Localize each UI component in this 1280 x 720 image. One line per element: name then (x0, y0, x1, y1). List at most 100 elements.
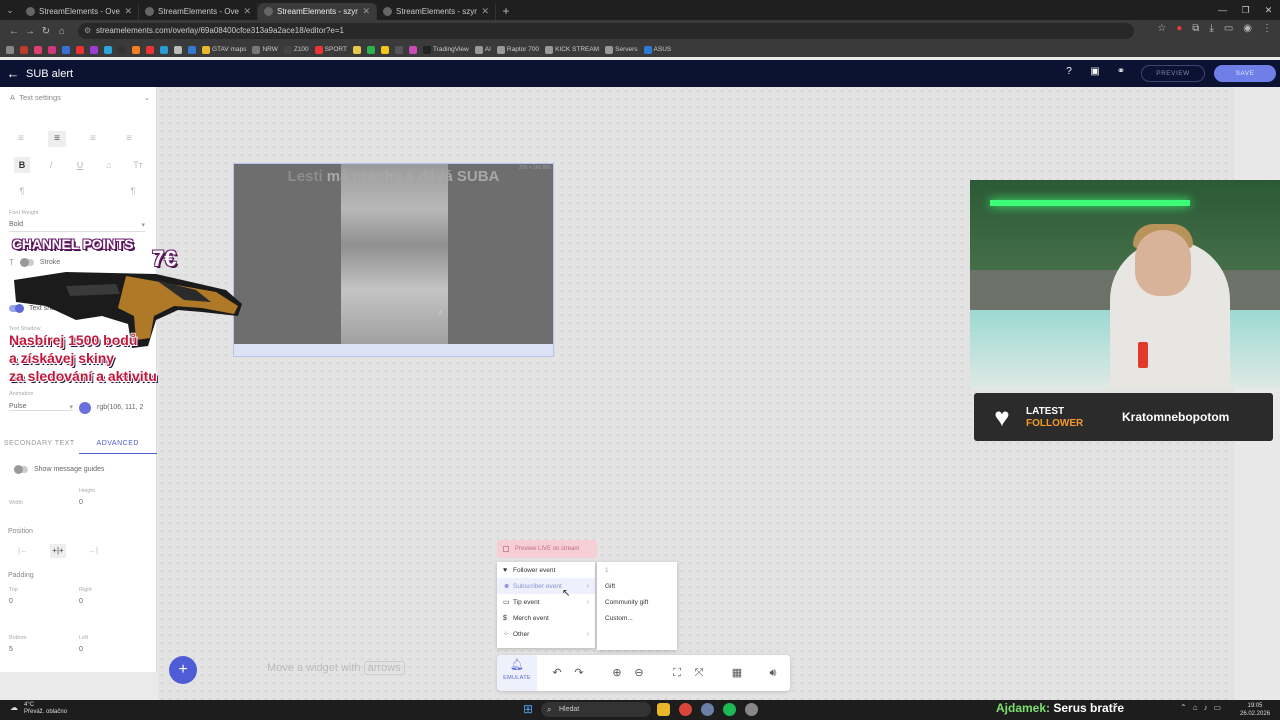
align-center-icon[interactable]: +|+ (50, 544, 66, 558)
spotify-icon[interactable] (723, 703, 736, 716)
padding-right-input[interactable]: 0 (79, 598, 83, 605)
apps-icon[interactable] (6, 45, 14, 54)
bookmark-icon[interactable] (188, 45, 196, 54)
message-guides-toggle[interactable] (14, 465, 28, 474)
paragraph-rtl-icon[interactable]: ¶ (125, 183, 141, 199)
redo-icon[interactable]: ↷ (571, 665, 587, 681)
menu-item-subscriber-event[interactable]: ☻ Subscriber event › (497, 578, 595, 594)
paragraph-icon[interactable]: ¶ (14, 183, 30, 199)
text-settings-header[interactable]: A Text settings ⌄ (10, 93, 150, 102)
close-icon[interactable]: ✕ (124, 6, 132, 17)
bookmark-servers[interactable]: Servers (605, 45, 638, 54)
tab-search-icon[interactable]: ⌄ (0, 0, 20, 20)
close-window-icon[interactable]: ✕ (1257, 0, 1280, 20)
align-end-icon[interactable]: →| (85, 544, 101, 558)
taskbar-search[interactable]: ⌕ Hledat (541, 702, 651, 717)
bookmark-kick-stream[interactable]: KICK STREAM (545, 45, 599, 54)
save-button[interactable]: SAVE (1214, 65, 1276, 82)
bookmark-icon[interactable] (118, 45, 126, 54)
color-value[interactable]: rgb(106, 111, 2 (97, 404, 143, 411)
padding-bottom-input[interactable]: 5 (9, 646, 13, 653)
undo-icon[interactable]: ↶ (549, 665, 565, 681)
align-center-icon[interactable]: ≡ (48, 131, 66, 147)
bookmark-ai-folder[interactable]: AI (474, 45, 491, 54)
menu-item-other[interactable]: ⁘ Other › (497, 626, 595, 642)
menu-item-follower-event[interactable]: ♥ Follower event (497, 562, 595, 578)
height-input[interactable]: 0 (79, 499, 83, 506)
bookmark-nrw[interactable]: NRW (252, 45, 278, 54)
extension-icon[interactable]: ● (1176, 23, 1182, 34)
preview-button[interactable]: PREVIEW (1141, 65, 1205, 82)
padding-left-input[interactable]: 0 (79, 646, 83, 653)
bold-icon[interactable]: B (14, 157, 30, 173)
help-icon[interactable]: ? (1062, 66, 1076, 77)
close-icon[interactable]: ✕ (362, 6, 370, 17)
tab-secondary-text[interactable]: SECONDARY TEXT (0, 434, 79, 454)
zoom-out-icon[interactable]: ⊖ (631, 665, 647, 681)
emulate-button[interactable]: 🔔︎ EMULATE (497, 655, 537, 691)
reload-icon[interactable]: ↻ (38, 26, 54, 37)
close-icon[interactable]: ✕ (481, 6, 489, 17)
bookmark-icon[interactable] (104, 45, 112, 54)
browser-tab-active[interactable]: StreamElements - szymonš ✕ (258, 3, 377, 20)
browser-tab[interactable]: StreamElements - szymoniva ✕ (377, 3, 496, 20)
settings-icon[interactable] (701, 703, 714, 716)
bookmark-icon[interactable] (48, 45, 56, 54)
submenu-item[interactable]: 1 (597, 562, 677, 578)
zoom-in-icon[interactable]: ⊕ (609, 665, 625, 681)
browser-tab[interactable]: StreamElements - Overlays ✕ (20, 3, 139, 20)
bookmark-icon[interactable] (146, 45, 154, 54)
alert-widget[interactable]: ♪ Lesti má prachy a dává SUBA 378 × 160 … (233, 163, 554, 357)
system-clock[interactable]: 19:05 26.02.2026 (1240, 702, 1270, 718)
underline-icon[interactable]: U (72, 157, 88, 173)
tab-advanced[interactable]: ADVANCED (78, 434, 157, 454)
add-widget-button[interactable]: + (169, 656, 197, 684)
text-size-icon[interactable]: Tт (130, 157, 146, 173)
app-icon[interactable] (745, 703, 758, 716)
menu-item-tip-event[interactable]: ▭ Tip event › (497, 594, 595, 610)
new-tab-button[interactable]: + (496, 2, 516, 20)
bookmark-icon[interactable] (20, 45, 28, 54)
center-icon[interactable]: ⤧ (691, 665, 707, 681)
profile-icon[interactable]: ◉ (1243, 23, 1252, 34)
site-info-icon[interactable]: ⚙ (84, 23, 91, 39)
bookmark-icon[interactable] (132, 45, 140, 54)
bookmark-icon[interactable] (62, 45, 70, 54)
battery-icon[interactable]: ▭ (1214, 703, 1222, 712)
chevron-up-icon[interactable]: ⌃ (1180, 703, 1187, 712)
star-icon[interactable]: ☆ (1157, 23, 1166, 34)
chrome-icon[interactable] (679, 703, 692, 716)
bookmark-icon[interactable] (174, 45, 182, 54)
strikethrough-icon[interactable]: ⌂ (101, 157, 117, 173)
minimize-icon[interactable]: — (1211, 0, 1234, 20)
padding-top-input[interactable]: 0 (9, 598, 13, 605)
back-icon[interactable]: ← (6, 26, 22, 37)
home-icon[interactable]: ⌂ (54, 26, 70, 37)
weather-widget[interactable]: ☁ 4°C Převáž. oblačno (10, 702, 67, 716)
align-justify-icon[interactable]: ≡ (120, 131, 138, 147)
bookmark-icon[interactable] (352, 45, 361, 54)
font-weight-select[interactable]: Bold ▾ (9, 221, 145, 232)
bookmark-icon[interactable] (366, 45, 375, 54)
file-explorer-icon[interactable] (657, 703, 670, 716)
italic-icon[interactable]: I (43, 157, 59, 173)
volume-icon[interactable]: 🔊︎ (765, 665, 781, 681)
forward-icon[interactable]: → (22, 26, 38, 37)
preview-live-checkbox[interactable]: Preview LIVE on stream (497, 540, 597, 558)
browser-tab[interactable]: StreamElements - Overlays ✕ (139, 3, 258, 20)
bookmark-z100[interactable]: Z100 (283, 45, 309, 54)
extensions-icon[interactable]: ⧉ (1192, 23, 1199, 34)
menu-item-merch-event[interactable]: $ Merch event (497, 610, 595, 626)
align-start-icon[interactable]: |← (15, 544, 31, 558)
sidebar-icon[interactable]: ▭ (1224, 23, 1233, 34)
bookmark-icon[interactable] (380, 45, 389, 54)
bookmark-sport[interactable]: SPORT (314, 45, 347, 54)
submenu-item-custom[interactable]: Custom... (597, 610, 677, 626)
fit-screen-icon[interactable]: ⛶ (669, 665, 685, 681)
close-icon[interactable]: ✕ (243, 6, 251, 17)
speaker-icon[interactable]: ♪ (1204, 703, 1208, 712)
bookmark-gtav-maps[interactable]: GTAV maps (202, 45, 246, 54)
bookmark-asus[interactable]: ASUS (643, 45, 671, 54)
monitor-icon[interactable]: ▣ (1088, 66, 1102, 77)
download-icon[interactable]: ⤓ (1209, 23, 1213, 34)
